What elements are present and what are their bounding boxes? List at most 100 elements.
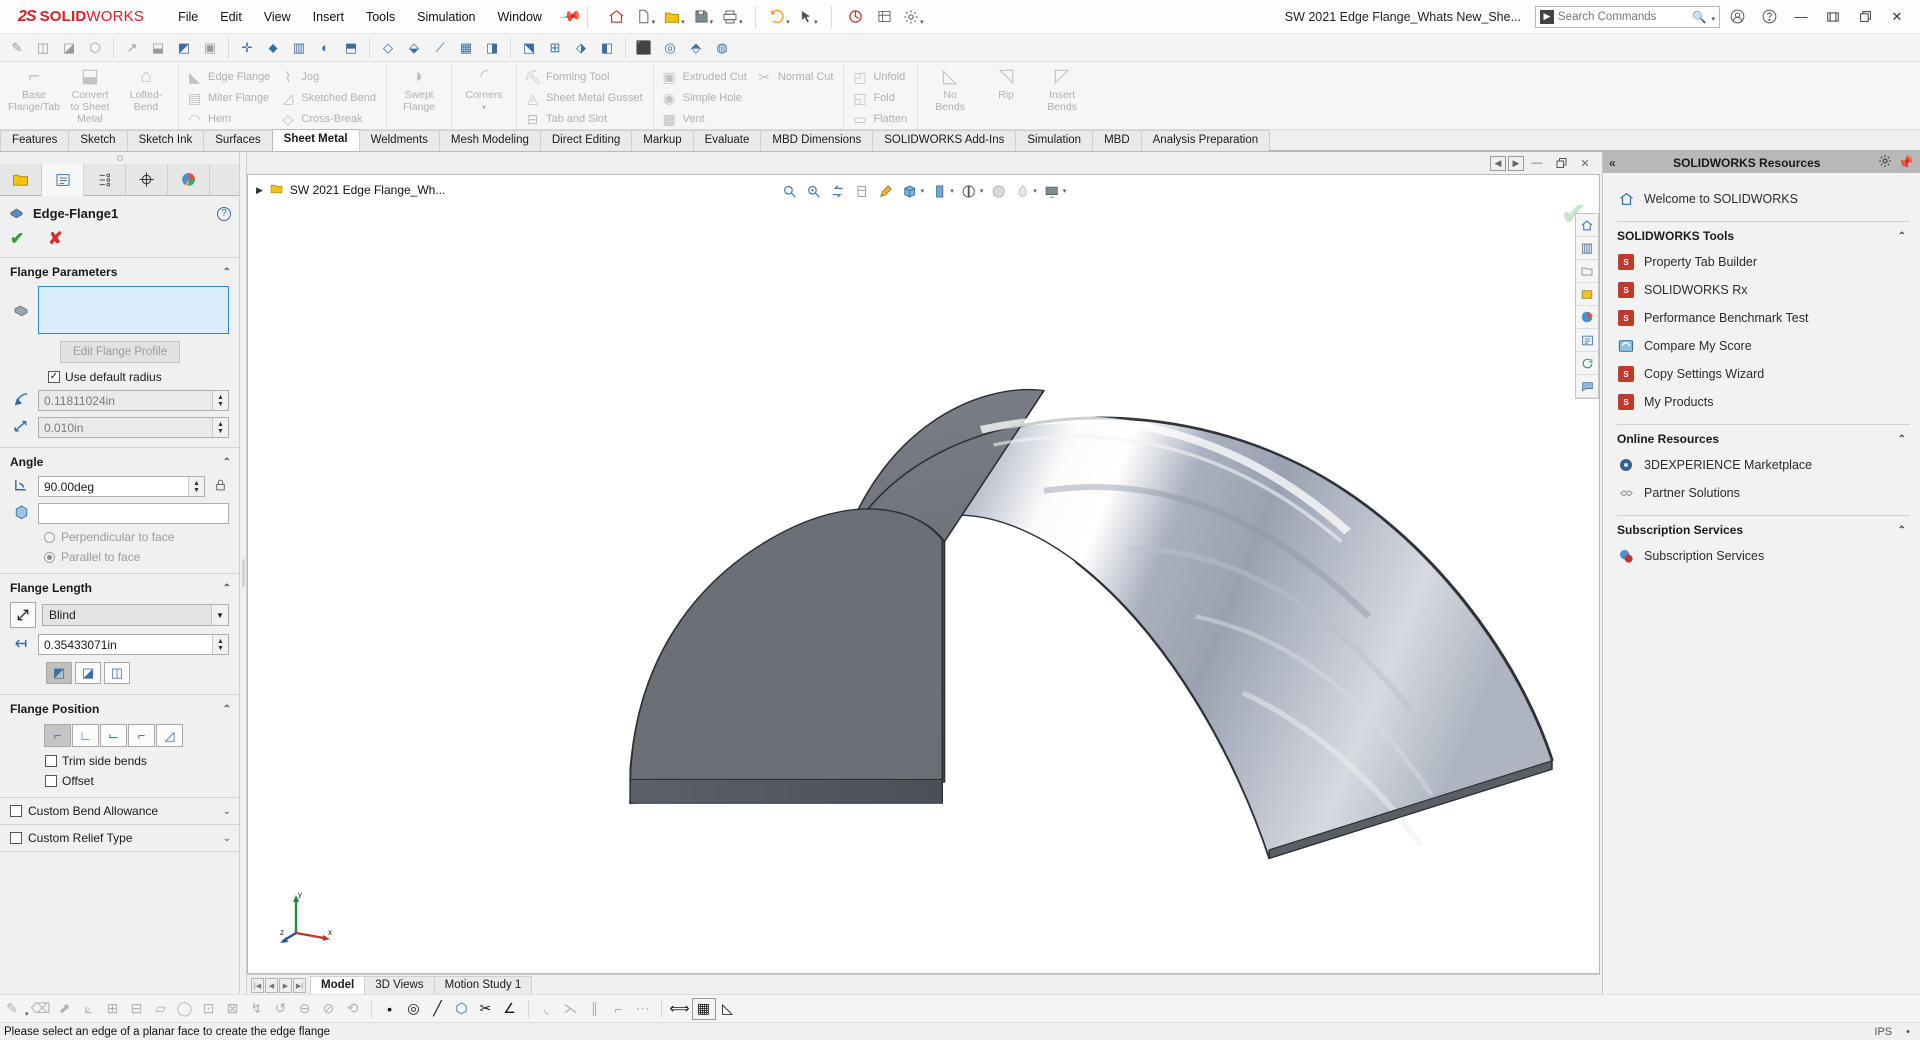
restore-doc-button[interactable] [1550,154,1572,172]
section-header-flange-position[interactable]: Flange Position ⌃ [0,700,239,720]
resource-item-subscription-services[interactable]: Subscription Services [1617,542,1910,570]
grid-icon[interactable]: ▦ [691,997,716,1020]
user-account-icon[interactable] [1722,4,1752,30]
hem-button[interactable]: ◠ Hem [183,108,276,129]
pencil-icon[interactable]: ✎ [0,998,24,1020]
tool-icon-11[interactable]: ▥ [286,36,312,60]
tab-simulation[interactable]: Simulation [1015,130,1094,151]
collapse-pane-icon[interactable]: « [1609,156,1616,170]
gear-icon[interactable] [1878,154,1892,171]
gap-distance-input[interactable]: 0.010in ▲ ▼ [38,417,229,438]
custom-relief-type-checkbox[interactable] [10,832,22,844]
tool-icon-2[interactable]: ◫ [30,36,56,60]
comment-icon[interactable] [1576,375,1598,398]
tool-icon-22[interactable]: ◧ [594,36,620,60]
section-header-angle[interactable]: Angle ⌃ [0,453,239,473]
jog-button[interactable]: ⌇ Jog [276,66,382,87]
bend-outside-button[interactable]: ∟ [72,724,99,747]
print-icon[interactable]: ▾ [718,4,746,30]
corner-icon[interactable]: ⌐ [607,998,631,1020]
search-icon[interactable]: 🔍 [1692,10,1706,24]
bend-radius-stepper[interactable]: ▲ ▼ [212,391,228,410]
tangent-bend-button[interactable]: ◫ [104,662,130,684]
chevron-up-icon[interactable]: ⌃ [1898,434,1906,445]
circle-tool-icon[interactable]: ◎ [402,998,426,1020]
triangle-icon[interactable]: ◺ [716,998,740,1020]
chamfer-icon[interactable]: ⋋ [559,998,583,1020]
normal-cut-button[interactable]: ✂ Normal Cut [753,66,840,87]
plane2-icon[interactable]: ⊠ [221,998,245,1020]
select-arrow-icon[interactable]: ⬈ [53,998,77,1020]
status-units[interactable]: IPS [1874,1026,1892,1038]
swept-flange-button[interactable]: ◗ Swept Flange [391,64,447,113]
custom-bend-allowance-row[interactable]: Custom Bend Allowance ⌄ [0,797,239,824]
select-cursor-icon[interactable]: ▾ [794,4,822,30]
ruler-icon[interactable]: ▱ [149,998,173,1020]
tab-mesh-modeling[interactable]: Mesh Modeling [438,130,541,151]
view-home-icon[interactable] [1576,214,1598,237]
resource-item-3dexperience-marketplace[interactable]: 3DEXPERIENCE Marketplace [1617,451,1910,479]
graphics-viewport[interactable]: ▶ SW 2021 Edge Flange_Wh... ▾ ▾ ▾ ▾ ▾ ✔ … [247,174,1600,974]
tab-sketch-ink[interactable]: Sketch Ink [126,130,205,151]
menu-item-insert[interactable]: Insert [303,5,354,29]
trim-icon[interactable]: ✂ [474,998,498,1020]
tool-icon-3[interactable]: ◪ [56,36,82,60]
resource-item-welcome[interactable]: Welcome to SOLIDWORKS [1617,185,1910,213]
appearance-globe-icon[interactable] [1576,306,1598,329]
tab-mbd-dimensions[interactable]: MBD Dimensions [760,130,874,151]
insert-bends-button[interactable]: ◸ Insert Bends [1034,64,1090,113]
edit-flange-profile-button[interactable]: Edit Flange Profile [60,341,180,363]
offset-row[interactable]: Offset [0,771,239,791]
save-icon[interactable]: ▾ [689,4,717,30]
chevron-down-icon[interactable]: ▼ [211,605,228,625]
edge-selection-input[interactable] [38,286,229,334]
tab-direct-editing[interactable]: Direct Editing [539,130,633,151]
tool-icon-5[interactable]: ↗ [119,36,145,60]
spline-icon[interactable]: ⋯ [631,998,655,1020]
menu-item-simulation[interactable]: Simulation [407,5,485,29]
cross-break-button[interactable]: ◇ Cross-Break [276,108,382,129]
scene-list-icon[interactable] [1576,329,1598,352]
resource-item-my-products[interactable]: S My Products [1617,388,1910,416]
trim-side-bends-checkbox[interactable] [45,755,57,767]
tool-icon-17[interactable]: ▦ [453,36,479,60]
length-direction-icon[interactable] [10,602,36,628]
forming-tool-button[interactable]: ⛏ Forming Tool [521,66,649,87]
use-default-radius-row[interactable]: ✓ Use default radius [0,367,239,387]
section-header-flange-parameters[interactable]: Flange Parameters ⌃ [0,263,239,283]
flatten-button[interactable]: ▭ Flatten [848,108,913,129]
parallel-icon[interactable]: ∥ [583,998,607,1020]
maximize-button[interactable] [1850,4,1880,30]
convert-to-sheet-metal-button[interactable]: ⬓ Convert to Sheet Metal [62,64,118,125]
search-input[interactable]: Search Commands [1558,11,1688,23]
tangent-to-bend-button[interactable]: ⌐ [128,724,155,747]
tab-markup[interactable]: Markup [631,130,694,151]
options-gear-icon[interactable]: ▾ [899,4,927,30]
property-manager-tab[interactable] [42,164,84,196]
tab-surfaces[interactable]: Surfaces [203,130,273,151]
menu-item-edit[interactable]: Edit [210,5,252,29]
sketched-bend-button[interactable]: ◿ Sketched Bend [276,87,382,108]
tab-solidworks-add-ins[interactable]: SOLIDWORKS Add-Ins [872,130,1017,151]
section-online-resources[interactable]: Online Resources ⌃ [1617,424,1910,451]
home-icon[interactable] [602,4,630,30]
menu-item-file[interactable]: File [168,5,208,29]
parallel-to-face-row[interactable]: Parallel to face [0,547,239,567]
tool-icon-14[interactable]: ◇ [375,36,401,60]
resource-item-compare-my-score[interactable]: Compare My Score [1617,332,1910,360]
feature-manager-tab[interactable] [0,164,42,195]
line-tool-icon[interactable]: ╱ [426,998,450,1020]
edge-flange-button[interactable]: ◣ Edge Flange [183,66,276,87]
hidden-lines-icon[interactable]: ▥ [1576,237,1598,260]
tool-icon-20[interactable]: ⊞ [542,36,568,60]
tab-motion-study-1[interactable]: Motion Study 1 [433,976,533,994]
material-outside-button[interactable]: ◿ [156,724,183,747]
fold-button[interactable]: ◱ Fold [848,87,913,108]
tool-icon-6[interactable]: ⬓ [145,36,171,60]
cancel-button[interactable]: ✘ [48,229,62,249]
polygon-icon[interactable]: ⬡ [450,998,474,1020]
menu-item-window[interactable]: Window [488,5,552,29]
menu-item-view[interactable]: View [254,5,301,29]
section-solidworks-tools[interactable]: SOLIDWORKS Tools ⌃ [1617,221,1910,248]
tool-icon-15[interactable]: ⬙ [401,36,427,60]
